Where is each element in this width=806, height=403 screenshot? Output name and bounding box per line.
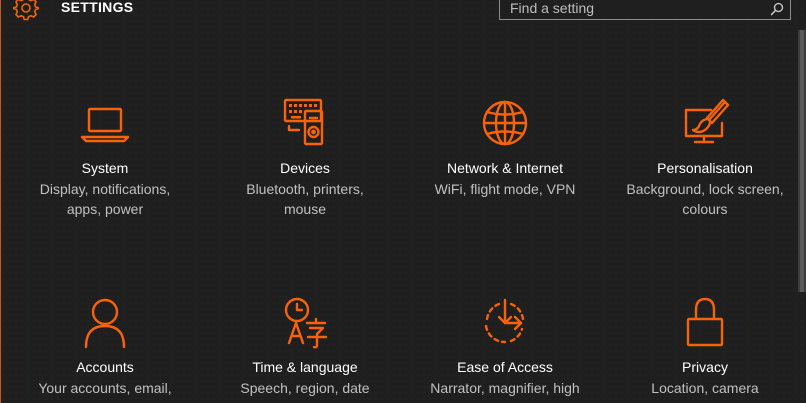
search-icon[interactable] (770, 2, 784, 16)
tile-description: Background, lock screen, colours (626, 181, 784, 217)
person-icon (84, 298, 126, 349)
tile-title: Devices (280, 160, 330, 176)
tile-title: Personalisation (657, 160, 753, 176)
tile-description: Narrator, magnifier, high contrast (430, 380, 580, 403)
tile-title: Ease of Access (457, 359, 553, 375)
tile-title: Network & Internet (447, 160, 563, 176)
tile-description: Location, camera (651, 380, 759, 396)
tile-ease-of-access[interactable]: Ease of Access Narrator, magnifier, high… (405, 295, 605, 403)
tile-description: Bluetooth, printers, mouse (246, 181, 364, 217)
tile-title: System (81, 160, 129, 176)
clock-language-icon (284, 297, 328, 349)
tile-system[interactable]: System Display, notifications, apps, pow… (5, 96, 205, 219)
ease-of-access-icon (484, 298, 525, 344)
page-title: SETTINGS (61, 0, 134, 15)
tile-description: Speech, region, date (240, 380, 370, 396)
tile-description: WiFi, flight mode, VPN (434, 181, 576, 197)
tile-privacy[interactable]: Privacy Location, camera (605, 295, 805, 398)
tile-network-internet[interactable]: Network & Internet WiFi, flight mode, VP… (405, 96, 605, 199)
tile-title: Time & language (252, 359, 358, 375)
gear-icon (13, 0, 39, 21)
tile-time-language[interactable]: Time & language Speech, region, date (205, 295, 405, 398)
tile-description: Your accounts, email, sync, work, other … (33, 380, 177, 403)
tile-personalisation[interactable]: Personalisation Background, lock screen,… (605, 96, 805, 219)
tile-accounts[interactable]: Accounts Your accounts, email, sync, wor… (5, 295, 205, 403)
search-box[interactable] (499, 0, 791, 20)
laptop-icon (80, 107, 130, 143)
devices-icon (283, 98, 324, 146)
tile-devices[interactable]: Devices Bluetooth, printers, mouse (205, 96, 405, 219)
lock-icon (686, 297, 724, 347)
search-input[interactable] (510, 0, 760, 18)
globe-icon (482, 100, 528, 146)
settings-window: SETTINGS System Display, notifications, … (0, 0, 806, 403)
paintbrush-icon (684, 98, 730, 144)
header: SETTINGS (1, 0, 806, 24)
tile-title: Accounts (76, 359, 134, 375)
tile-description: Display, notifications, apps, power (39, 181, 171, 217)
tile-title: Privacy (682, 359, 728, 375)
